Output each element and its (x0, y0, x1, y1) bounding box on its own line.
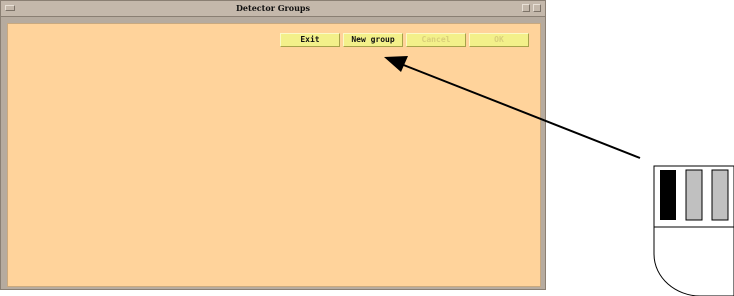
arrow-icon (384, 56, 641, 159)
annotation-overlay (384, 56, 734, 296)
mouse-left-button-icon (660, 170, 676, 220)
screenshot-stage: Detector Groups Exit New group Cancel OK (0, 0, 734, 296)
mouse-icon (653, 165, 734, 296)
mouse-right-button-icon (711, 169, 729, 221)
mouse-middle-button-icon (685, 169, 703, 221)
